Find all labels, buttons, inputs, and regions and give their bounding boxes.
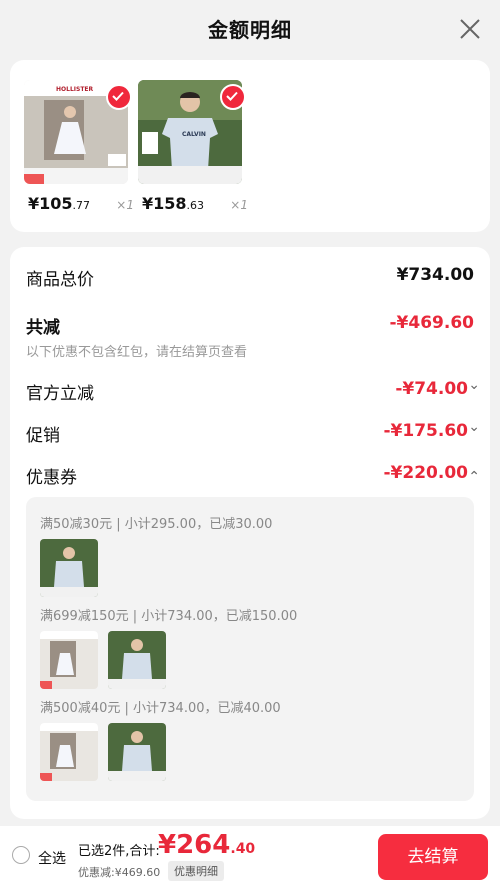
coupon-product-thumb <box>108 631 166 689</box>
coupon-tier-text: 满699减150元 | 小计734.00，已减150.00 <box>40 609 298 624</box>
checkout-bar: 全选 已选2件,合计: ¥264.40 优惠减:¥469.60 优惠明细 去结算 <box>0 826 500 881</box>
total-label: 商品总价 <box>26 270 94 290</box>
discount-label: 共减 <box>26 318 60 338</box>
chevron-down-icon[interactable]: ⌄ <box>468 377 480 393</box>
product-qty: ×1 <box>116 198 134 212</box>
svg-text:CALVIN: CALVIN <box>182 131 206 138</box>
selected-check-icon[interactable] <box>106 84 132 110</box>
product-price: ¥105.77 <box>28 194 91 213</box>
coupon-product-thumb <box>40 539 98 597</box>
total-price: ¥264.40 <box>158 830 256 860</box>
coupon-tier-text: 满50减30元 | 小计295.00，已减30.00 <box>40 517 273 532</box>
discount-amount: 优惠减:¥469.60 <box>78 866 161 879</box>
promotion-value: -¥175.60 <box>383 421 469 441</box>
select-all-radio[interactable] <box>12 846 30 864</box>
header: 金额明细 <box>0 0 500 58</box>
product-card: HOLLISTER ¥105.77 ×1 CALVIN ¥158.63 ×1 <box>10 60 490 232</box>
price-summary-card: 商品总价 ¥734.00 共减 -¥469.60 以下优惠不包含红包，请在结算页… <box>10 247 490 819</box>
chevron-up-icon[interactable]: ⌃ <box>468 469 480 485</box>
discount-detail-button[interactable]: 优惠明细 <box>168 861 224 881</box>
svg-text:HOLLISTER: HOLLISTER <box>56 86 94 93</box>
discount-note: 以下优惠不包含红包，请在结算页查看 <box>26 345 248 360</box>
chevron-down-icon[interactable]: ⌄ <box>468 419 480 435</box>
promotion-label: 促销 <box>26 426 60 446</box>
coupon-label: 优惠券 <box>26 468 77 488</box>
official-discount-label: 官方立减 <box>26 384 94 404</box>
coupon-detail-panel: 满50减30元 | 小计295.00，已减30.00 满699减150元 | 小… <box>26 497 474 801</box>
coupon-value: -¥220.00 <box>383 463 469 483</box>
coupon-product-thumb <box>40 631 98 689</box>
official-discount-value: -¥74.00 <box>395 379 468 399</box>
select-all-label[interactable]: 全选 <box>38 848 66 868</box>
selected-check-icon[interactable] <box>220 84 246 110</box>
close-icon[interactable] <box>458 17 482 41</box>
checkout-button[interactable]: 去结算 <box>378 834 488 880</box>
coupon-product-thumb <box>40 723 98 781</box>
product-qty: ×1 <box>230 198 248 212</box>
page-title: 金额明细 <box>208 18 292 42</box>
discount-value: -¥469.60 <box>389 313 475 333</box>
total-value: ¥734.00 <box>396 265 474 285</box>
coupon-tier-text: 满500减40元 | 小计734.00，已减40.00 <box>40 701 281 716</box>
coupon-product-thumb <box>108 723 166 781</box>
product-price: ¥158.63 <box>142 194 205 213</box>
selected-count: 已选2件,合计: <box>78 844 160 859</box>
